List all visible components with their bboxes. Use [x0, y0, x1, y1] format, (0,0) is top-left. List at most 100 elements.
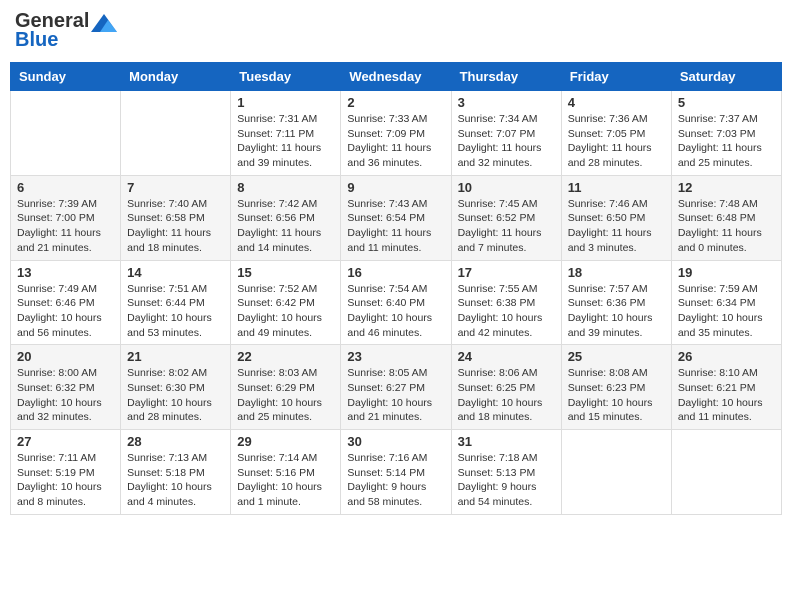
- calendar-cell: 29 Sunrise: 7:14 AM Sunset: 5:16 PM Dayli…: [231, 430, 341, 515]
- calendar-cell: 22Sunrise: 8:03 AM Sunset: 6:29 PM Dayli…: [231, 345, 341, 430]
- calendar-cell: 2 Sunrise: 7:33 AM Sunset: 7:09 PM Daylig…: [341, 91, 451, 176]
- calendar-cell: 31 Sunrise: 7:18 AM Sunset: 5:13 PM Dayli…: [451, 430, 561, 515]
- day-info: Sunrise: 7:31 AM Sunset: 7:11 PM Dayligh…: [237, 112, 334, 171]
- day-number: 26: [678, 349, 775, 364]
- day-info: Sunrise: 7:45 AM Sunset: 6:52 PM Dayligh…: [458, 197, 555, 256]
- calendar-cell: 6 Sunrise: 7:39 AM Sunset: 7:00 PM Daylig…: [11, 175, 121, 260]
- day-number: 24: [458, 349, 555, 364]
- day-number: 18: [568, 265, 665, 280]
- day-number: 10: [458, 180, 555, 195]
- calendar-week-row: 20 Sunrise: 8:00 AM Sunset: 6:32 PM Dayli…: [11, 345, 782, 430]
- calendar-cell: 19 Sunrise: 7:59 AM Sunset: 6:34 PM Dayli…: [671, 260, 781, 345]
- calendar-cell: 5Sunrise: 7:37 AM Sunset: 7:03 PM Daylig…: [671, 91, 781, 176]
- day-number: 23: [347, 349, 444, 364]
- day-info: Sunrise: 7:37 AM Sunset: 7:03 PM Dayligh…: [678, 112, 775, 171]
- logo: General Blue: [15, 10, 119, 52]
- day-info: Sunrise: 8:08 AM Sunset: 6:23 PM Dayligh…: [568, 366, 665, 425]
- calendar-cell: 16 Sunrise: 7:54 AM Sunset: 6:40 PM Dayli…: [341, 260, 451, 345]
- day-number: 25: [568, 349, 665, 364]
- logo-triangle: [91, 12, 117, 32]
- calendar-cell: 21Sunrise: 8:02 AM Sunset: 6:30 PM Dayli…: [121, 345, 231, 430]
- calendar-cell: 26 Sunrise: 8:10 AM Sunset: 6:21 PM Dayli…: [671, 345, 781, 430]
- calendar-cell: 27 Sunrise: 7:11 AM Sunset: 5:19 PM Dayli…: [11, 430, 121, 515]
- calendar-cell: 11 Sunrise: 7:46 AM Sunset: 6:50 PM Dayli…: [561, 175, 671, 260]
- day-info: Sunrise: 7:34 AM Sunset: 7:07 PM Dayligh…: [458, 112, 555, 171]
- day-info: Sunrise: 7:39 AM Sunset: 7:00 PM Dayligh…: [17, 197, 114, 256]
- day-number: 17: [458, 265, 555, 280]
- day-number: 15: [237, 265, 334, 280]
- calendar-cell: 24 Sunrise: 8:06 AM Sunset: 6:25 PM Dayli…: [451, 345, 561, 430]
- day-info: Sunrise: 8:10 AM Sunset: 6:21 PM Dayligh…: [678, 366, 775, 425]
- calendar-cell: [671, 430, 781, 515]
- calendar-cell: 8 Sunrise: 7:42 AM Sunset: 6:56 PM Daylig…: [231, 175, 341, 260]
- day-number: 22: [237, 349, 334, 364]
- day-info: Sunrise: 7:48 AM Sunset: 6:48 PM Dayligh…: [678, 197, 775, 256]
- day-info: Sunrise: 7:36 AM Sunset: 7:05 PM Dayligh…: [568, 112, 665, 171]
- day-number: 11: [568, 180, 665, 195]
- weekday-header: Monday: [121, 63, 231, 91]
- page-header: General Blue: [10, 10, 782, 52]
- calendar-cell: 10 Sunrise: 7:45 AM Sunset: 6:52 PM Dayli…: [451, 175, 561, 260]
- day-number: 12: [678, 180, 775, 195]
- calendar-table: SundayMondayTuesdayWednesdayThursdayFrid…: [10, 62, 782, 515]
- calendar-header-row: SundayMondayTuesdayWednesdayThursdayFrid…: [11, 63, 782, 91]
- day-number: 9: [347, 180, 444, 195]
- day-number: 14: [127, 265, 224, 280]
- day-info: Sunrise: 7:51 AM Sunset: 6:44 PM Dayligh…: [127, 282, 224, 341]
- calendar-cell: 18Sunrise: 7:57 AM Sunset: 6:36 PM Dayli…: [561, 260, 671, 345]
- calendar-cell: 4 Sunrise: 7:36 AM Sunset: 7:05 PM Daylig…: [561, 91, 671, 176]
- calendar-cell: [11, 91, 121, 176]
- day-number: 19: [678, 265, 775, 280]
- day-number: 8: [237, 180, 334, 195]
- day-info: Sunrise: 7:54 AM Sunset: 6:40 PM Dayligh…: [347, 282, 444, 341]
- day-number: 28: [127, 434, 224, 449]
- calendar-cell: 1Sunrise: 7:31 AM Sunset: 7:11 PM Daylig…: [231, 91, 341, 176]
- day-info: Sunrise: 7:43 AM Sunset: 6:54 PM Dayligh…: [347, 197, 444, 256]
- weekday-header: Friday: [561, 63, 671, 91]
- calendar-cell: 3 Sunrise: 7:34 AM Sunset: 7:07 PM Daylig…: [451, 91, 561, 176]
- calendar-cell: 25 Sunrise: 8:08 AM Sunset: 6:23 PM Dayli…: [561, 345, 671, 430]
- calendar-cell: 17 Sunrise: 7:55 AM Sunset: 6:38 PM Dayli…: [451, 260, 561, 345]
- day-number: 6: [17, 180, 114, 195]
- calendar-cell: 9 Sunrise: 7:43 AM Sunset: 6:54 PM Daylig…: [341, 175, 451, 260]
- day-info: Sunrise: 7:33 AM Sunset: 7:09 PM Dayligh…: [347, 112, 444, 171]
- day-number: 16: [347, 265, 444, 280]
- day-info: Sunrise: 7:40 AM Sunset: 6:58 PM Dayligh…: [127, 197, 224, 256]
- day-info: Sunrise: 7:11 AM Sunset: 5:19 PM Dayligh…: [17, 451, 114, 510]
- day-info: Sunrise: 8:06 AM Sunset: 6:25 PM Dayligh…: [458, 366, 555, 425]
- day-number: 13: [17, 265, 114, 280]
- day-info: Sunrise: 8:00 AM Sunset: 6:32 PM Dayligh…: [17, 366, 114, 425]
- day-info: Sunrise: 7:13 AM Sunset: 5:18 PM Dayligh…: [127, 451, 224, 510]
- day-info: Sunrise: 7:16 AM Sunset: 5:14 PM Dayligh…: [347, 451, 444, 510]
- calendar-week-row: 1Sunrise: 7:31 AM Sunset: 7:11 PM Daylig…: [11, 91, 782, 176]
- day-info: Sunrise: 7:59 AM Sunset: 6:34 PM Dayligh…: [678, 282, 775, 341]
- calendar-week-row: 13 Sunrise: 7:49 AM Sunset: 6:46 PM Dayli…: [11, 260, 782, 345]
- calendar-cell: 23 Sunrise: 8:05 AM Sunset: 6:27 PM Dayli…: [341, 345, 451, 430]
- weekday-header: Thursday: [451, 63, 561, 91]
- calendar-cell: 13 Sunrise: 7:49 AM Sunset: 6:46 PM Dayli…: [11, 260, 121, 345]
- day-info: Sunrise: 7:14 AM Sunset: 5:16 PM Dayligh…: [237, 451, 334, 510]
- day-number: 27: [17, 434, 114, 449]
- day-info: Sunrise: 7:55 AM Sunset: 6:38 PM Dayligh…: [458, 282, 555, 341]
- day-number: 4: [568, 95, 665, 110]
- day-number: 2: [347, 95, 444, 110]
- calendar-cell: [561, 430, 671, 515]
- day-number: 3: [458, 95, 555, 110]
- weekday-header: Tuesday: [231, 63, 341, 91]
- calendar-week-row: 27 Sunrise: 7:11 AM Sunset: 5:19 PM Dayli…: [11, 430, 782, 515]
- calendar-cell: 7 Sunrise: 7:40 AM Sunset: 6:58 PM Daylig…: [121, 175, 231, 260]
- day-number: 29: [237, 434, 334, 449]
- day-number: 21: [127, 349, 224, 364]
- day-info: Sunrise: 7:46 AM Sunset: 6:50 PM Dayligh…: [568, 197, 665, 256]
- day-info: Sunrise: 7:42 AM Sunset: 6:56 PM Dayligh…: [237, 197, 334, 256]
- calendar-week-row: 6 Sunrise: 7:39 AM Sunset: 7:00 PM Daylig…: [11, 175, 782, 260]
- day-number: 7: [127, 180, 224, 195]
- day-info: Sunrise: 7:52 AM Sunset: 6:42 PM Dayligh…: [237, 282, 334, 341]
- day-info: Sunrise: 7:18 AM Sunset: 5:13 PM Dayligh…: [458, 451, 555, 510]
- day-info: Sunrise: 7:49 AM Sunset: 6:46 PM Dayligh…: [17, 282, 114, 341]
- day-number: 31: [458, 434, 555, 449]
- day-number: 20: [17, 349, 114, 364]
- logo-text-blue: Blue: [15, 29, 58, 51]
- day-info: Sunrise: 8:05 AM Sunset: 6:27 PM Dayligh…: [347, 366, 444, 425]
- calendar-cell: 30Sunrise: 7:16 AM Sunset: 5:14 PM Dayli…: [341, 430, 451, 515]
